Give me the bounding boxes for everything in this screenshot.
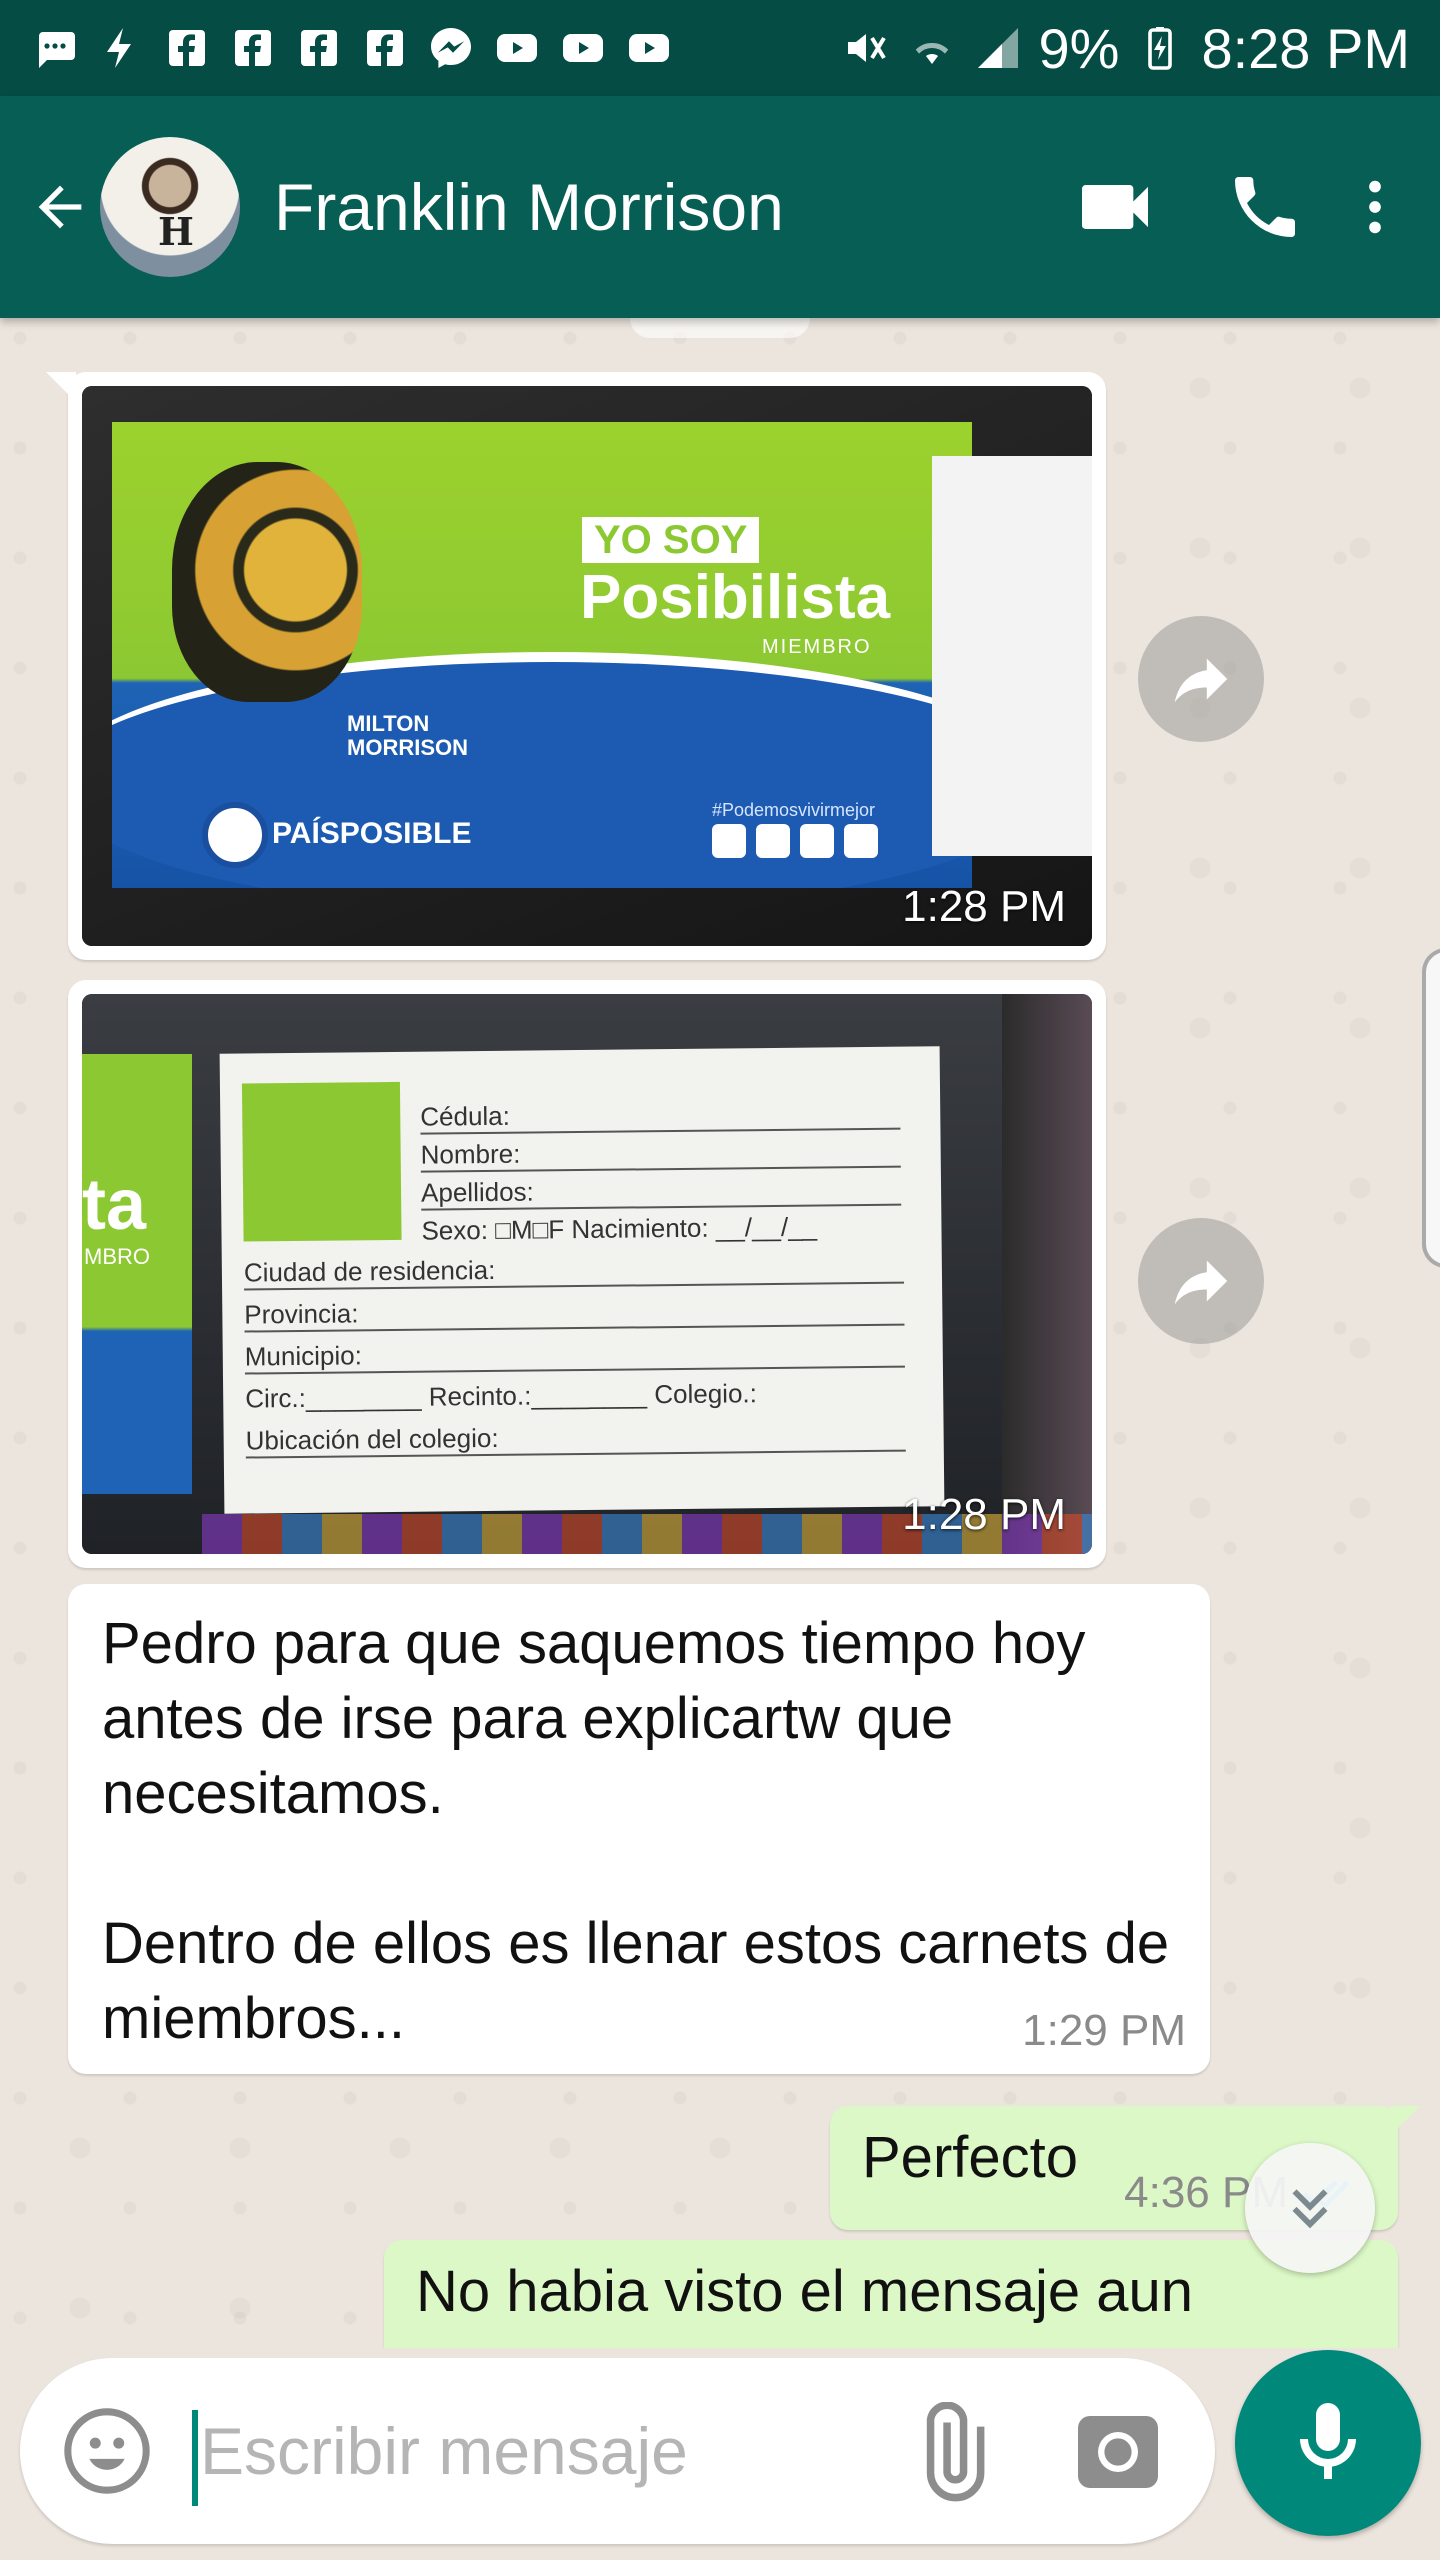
form-field-ubicacion: Ubicación del colegio:: [245, 1418, 906, 1459]
card-yo-soy: YO SOY: [582, 517, 760, 563]
phone-call-icon[interactable]: [1190, 157, 1340, 257]
status-bar: 9% 8:28 PM: [0, 0, 1440, 96]
form-field-apellidos: Apellidos:: [420, 1172, 902, 1211]
facebook-icon: [162, 23, 212, 73]
system-status: 9% 8:28 PM: [841, 16, 1410, 81]
back-arrow-icon[interactable]: [28, 175, 92, 239]
card-subtitle: MIEMBRO: [762, 636, 872, 658]
card-edge-subtext: MBRO: [84, 1244, 150, 1269]
video-call-icon[interactable]: [1040, 157, 1190, 257]
text-message[interactable]: Pedro para que saquemos tiempo hoy antes…: [68, 1584, 1210, 2074]
youtube-icon: [558, 23, 608, 73]
scroll-to-bottom-button[interactable]: [1245, 2143, 1375, 2273]
facebook-icon: [228, 23, 278, 73]
battery-charging-icon: [1135, 23, 1185, 73]
twitter-icon: [800, 824, 834, 858]
contact-avatar[interactable]: H: [100, 137, 240, 277]
attach-icon[interactable]: [900, 2401, 1000, 2502]
flash-icon: [96, 23, 146, 73]
bubble-tail: [1390, 2106, 1420, 2136]
form-field-nombre: Nombre:: [420, 1134, 901, 1173]
message-composer[interactable]: [20, 2358, 1215, 2544]
date-pill: [630, 318, 810, 338]
header-actions: [1040, 157, 1410, 257]
battery-percent: 9%: [1038, 16, 1120, 80]
more-options-icon[interactable]: [1340, 157, 1410, 257]
social-icons: [712, 824, 878, 858]
membership-card-front-photo[interactable]: YO SOY Posibilista MIEMBRO MILTON MORRIS…: [82, 386, 1092, 946]
image-message[interactable]: ta MBRO Cédula: Nombre: Apellidos: Sexo:…: [68, 980, 1106, 1568]
card-brand: PAÍSPOSIBLE: [272, 817, 472, 850]
mute-icon: [841, 23, 891, 73]
chat-thread[interactable]: YO SOY Posibilista MIEMBRO MILTON MORRIS…: [0, 318, 1440, 2348]
composer-bar: [0, 2348, 1440, 2560]
contact-name[interactable]: Franklin Morrison: [274, 169, 784, 245]
edge-panel-handle[interactable]: [1422, 948, 1440, 1268]
forward-icon[interactable]: [1138, 616, 1264, 742]
text-cursor: [192, 2410, 198, 2506]
portrait-illustration: [172, 462, 362, 702]
card-title: Posibilista: [580, 563, 891, 632]
message-text: Pedro para que saquemos tiempo hoy antes…: [102, 1611, 1170, 2051]
double-chevron-down-icon: [1292, 2189, 1328, 2229]
membership-card-back-photo[interactable]: ta MBRO Cédula: Nombre: Apellidos: Sexo:…: [82, 994, 1092, 1554]
notification-icons: [30, 23, 674, 73]
message-input[interactable]: [200, 2398, 900, 2504]
bubble-tail: [46, 372, 76, 402]
chat-header: H Franklin Morrison: [0, 96, 1440, 318]
form-field-municipio: Municipio:: [244, 1334, 905, 1375]
clock: 8:28 PM: [1201, 16, 1410, 80]
outgoing-message[interactable]: No habia visto el mensaje aun: [384, 2240, 1398, 2348]
youtube-icon: [844, 824, 878, 858]
card-person-name: MILTON MORRISON: [347, 711, 468, 760]
facebook-icon: [756, 824, 790, 858]
form-field-cedula: Cédula:: [420, 1096, 901, 1135]
card-front-edge: ta MBRO: [82, 1054, 192, 1494]
wifi-icon: [907, 23, 957, 73]
messages-icon: [30, 23, 80, 73]
instagram-icon: [712, 824, 746, 858]
membership-card-front: YO SOY Posibilista MIEMBRO MILTON MORRIS…: [112, 422, 972, 888]
message-text: No habia visto el mensaje aun: [416, 2259, 1194, 2324]
mic-icon[interactable]: [1235, 2350, 1421, 2536]
messenger-icon: [426, 23, 476, 73]
form-field-sexo: Sexo: □M□F Nacimiento: __/__/__: [421, 1211, 818, 1246]
message-time: 1:28 PM: [902, 882, 1066, 931]
image-message[interactable]: YO SOY Posibilista MIEMBRO MILTON MORRIS…: [46, 372, 1106, 960]
forward-icon[interactable]: [1138, 1218, 1264, 1344]
message-time: 1:29 PM: [1022, 2006, 1186, 2055]
youtube-icon: [492, 23, 542, 73]
emoji-icon[interactable]: [60, 2404, 154, 2498]
signal-icon: [973, 23, 1023, 73]
camera-icon[interactable]: [1070, 2404, 1166, 2500]
pais-posible-logo-icon: [202, 802, 268, 868]
form-field-provincia: Provincia:: [244, 1292, 905, 1333]
form-field-ciudad: Ciudad de residencia:: [243, 1250, 905, 1291]
photo-placeholder: [241, 1081, 402, 1242]
card-hashtag: #Podemosvivirmejor: [712, 800, 876, 820]
youtube-icon: [624, 23, 674, 73]
avatar-shirt-letter: H: [158, 209, 194, 254]
message-time: 1:28 PM: [902, 1490, 1066, 1539]
card-edge-text: ta: [82, 1165, 147, 1245]
facebook-icon: [294, 23, 344, 73]
membership-card-form: Cédula: Nombre: Apellidos: Sexo: □M□F Na…: [219, 1046, 945, 1514]
form-field-circ: Circ.:________ Recinto.:________ Colegio…: [245, 1378, 758, 1414]
facebook-icon: [360, 23, 410, 73]
